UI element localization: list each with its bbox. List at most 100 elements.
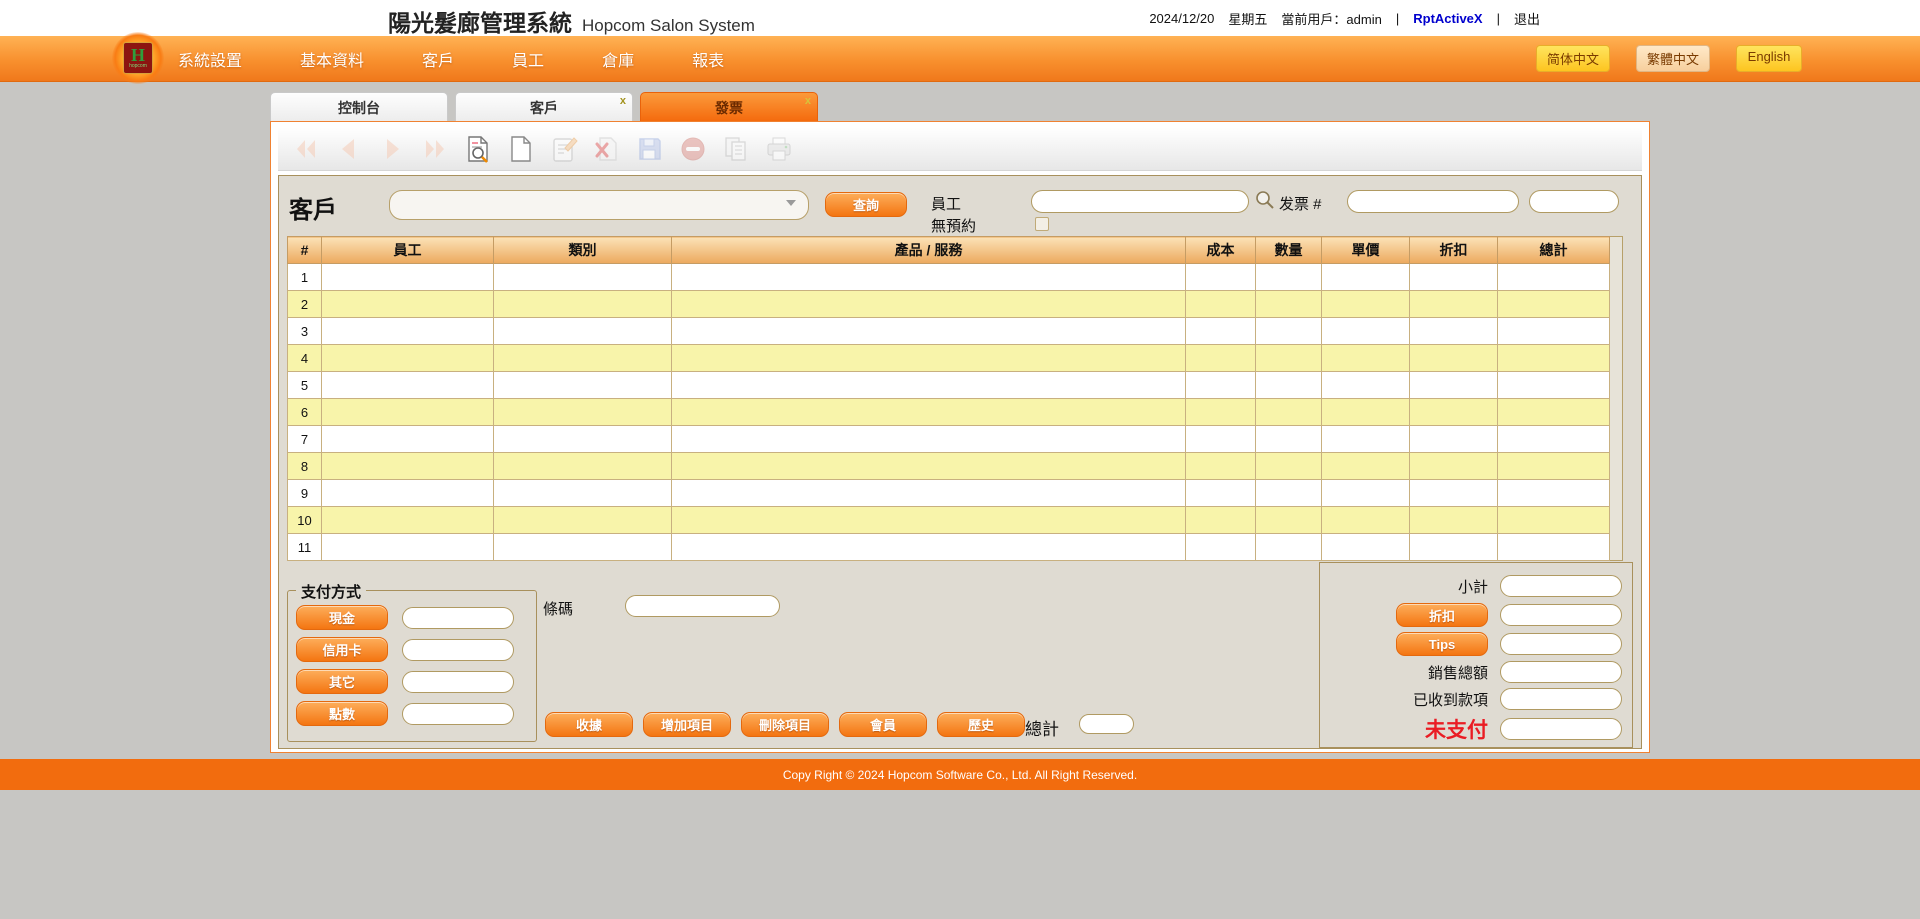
cell[interactable] bbox=[1256, 507, 1322, 534]
points-amount-input[interactable] bbox=[402, 703, 514, 725]
cell[interactable] bbox=[1256, 426, 1322, 453]
nav-item-reports[interactable]: 報表 bbox=[692, 47, 724, 71]
cell[interactable] bbox=[1498, 507, 1610, 534]
cell[interactable] bbox=[672, 291, 1186, 318]
cell[interactable] bbox=[322, 480, 494, 507]
cell[interactable] bbox=[1256, 453, 1322, 480]
other-payment-button[interactable]: 其它 bbox=[296, 669, 388, 694]
rptactivex-link[interactable]: RptActiveX bbox=[1413, 11, 1482, 26]
tips-button[interactable]: Tips bbox=[1396, 632, 1488, 656]
cell[interactable] bbox=[494, 534, 672, 561]
cell[interactable] bbox=[1256, 480, 1322, 507]
preview-document-icon[interactable] bbox=[462, 133, 494, 165]
cell[interactable] bbox=[494, 345, 672, 372]
customer-select[interactable] bbox=[389, 190, 809, 220]
cell[interactable] bbox=[672, 534, 1186, 561]
nav-item-staff[interactable]: 員工 bbox=[512, 47, 544, 71]
tab-customer[interactable]: 客戶 x bbox=[455, 92, 633, 122]
cell[interactable] bbox=[672, 372, 1186, 399]
delete-item-button[interactable]: 刪除項目 bbox=[741, 712, 829, 737]
cell[interactable] bbox=[1322, 399, 1410, 426]
cell[interactable] bbox=[1186, 480, 1256, 507]
cell[interactable] bbox=[1256, 291, 1322, 318]
cell[interactable] bbox=[322, 507, 494, 534]
cell[interactable] bbox=[1256, 372, 1322, 399]
tab-invoice[interactable]: 發票 x bbox=[640, 92, 818, 122]
cell[interactable] bbox=[1186, 264, 1256, 291]
received-input[interactable] bbox=[1500, 688, 1622, 710]
points-button[interactable]: 點數 bbox=[296, 701, 388, 726]
tab-console[interactable]: 控制台 bbox=[270, 92, 448, 122]
nav-item-system-settings[interactable]: 系統設置 bbox=[178, 47, 242, 71]
tips-input[interactable] bbox=[1500, 633, 1622, 655]
cell[interactable] bbox=[1256, 264, 1322, 291]
cell[interactable] bbox=[1498, 372, 1610, 399]
cell[interactable] bbox=[1410, 399, 1498, 426]
staff-input[interactable] bbox=[1031, 190, 1249, 213]
cell[interactable] bbox=[494, 426, 672, 453]
nav-item-customers[interactable]: 客戶 bbox=[422, 47, 454, 71]
cell[interactable] bbox=[322, 264, 494, 291]
nav-item-basic-data[interactable]: 基本資料 bbox=[300, 47, 364, 71]
lang-simplified-button[interactable]: 简体中文 bbox=[1536, 45, 1610, 72]
new-document-icon[interactable] bbox=[505, 133, 537, 165]
hopcom-logo[interactable]: H hopcom bbox=[112, 32, 164, 84]
cell[interactable] bbox=[1186, 291, 1256, 318]
cell[interactable] bbox=[1256, 345, 1322, 372]
cell[interactable] bbox=[1256, 318, 1322, 345]
cell[interactable] bbox=[1186, 453, 1256, 480]
cell[interactable] bbox=[1498, 453, 1610, 480]
other-amount-input[interactable] bbox=[402, 671, 514, 693]
unpaid-input[interactable] bbox=[1500, 718, 1622, 740]
cell[interactable] bbox=[1410, 291, 1498, 318]
cash-button[interactable]: 現金 bbox=[296, 605, 388, 630]
cell[interactable] bbox=[672, 453, 1186, 480]
cell[interactable] bbox=[1322, 507, 1410, 534]
cell[interactable] bbox=[1410, 372, 1498, 399]
cell[interactable] bbox=[1256, 399, 1322, 426]
cell[interactable] bbox=[1410, 318, 1498, 345]
cell[interactable] bbox=[672, 426, 1186, 453]
cell[interactable] bbox=[494, 291, 672, 318]
cell[interactable] bbox=[1410, 453, 1498, 480]
nav-item-warehouse[interactable]: 倉庫 bbox=[602, 47, 634, 71]
cell[interactable] bbox=[1410, 534, 1498, 561]
next-record-icon[interactable] bbox=[376, 133, 408, 165]
copy-icon[interactable] bbox=[720, 133, 752, 165]
cell[interactable] bbox=[1186, 399, 1256, 426]
cell[interactable] bbox=[494, 318, 672, 345]
member-button[interactable]: 會員 bbox=[839, 712, 927, 737]
cell[interactable] bbox=[672, 480, 1186, 507]
cell[interactable] bbox=[1256, 534, 1322, 561]
cell[interactable] bbox=[494, 453, 672, 480]
close-icon[interactable]: x bbox=[620, 95, 626, 107]
invoice-suffix-input[interactable] bbox=[1529, 190, 1619, 213]
logout-link[interactable]: 退出 bbox=[1514, 9, 1540, 28]
cell[interactable] bbox=[1186, 426, 1256, 453]
search-button[interactable]: 查詢 bbox=[825, 192, 907, 217]
search-icon[interactable] bbox=[1255, 190, 1275, 210]
subtotal-input[interactable] bbox=[1500, 575, 1622, 597]
edit-document-icon[interactable] bbox=[548, 133, 580, 165]
cell[interactable] bbox=[1410, 345, 1498, 372]
invoice-number-input[interactable] bbox=[1347, 190, 1519, 213]
remove-icon[interactable] bbox=[677, 133, 709, 165]
cell[interactable] bbox=[322, 291, 494, 318]
cell[interactable] bbox=[672, 345, 1186, 372]
cell[interactable] bbox=[1410, 426, 1498, 453]
cell[interactable] bbox=[322, 399, 494, 426]
cell[interactable] bbox=[1498, 480, 1610, 507]
cell[interactable] bbox=[1322, 291, 1410, 318]
save-icon[interactable] bbox=[634, 133, 666, 165]
credit-card-amount-input[interactable] bbox=[402, 639, 514, 661]
barcode-input[interactable] bbox=[625, 595, 780, 617]
cancel-document-icon[interactable] bbox=[591, 133, 623, 165]
cell[interactable] bbox=[322, 534, 494, 561]
cell[interactable] bbox=[1410, 264, 1498, 291]
cell[interactable] bbox=[1186, 372, 1256, 399]
cell[interactable] bbox=[1322, 318, 1410, 345]
cell[interactable] bbox=[1498, 345, 1610, 372]
cell[interactable] bbox=[494, 399, 672, 426]
cell[interactable] bbox=[322, 453, 494, 480]
lang-english-button[interactable]: English bbox=[1736, 45, 1802, 72]
